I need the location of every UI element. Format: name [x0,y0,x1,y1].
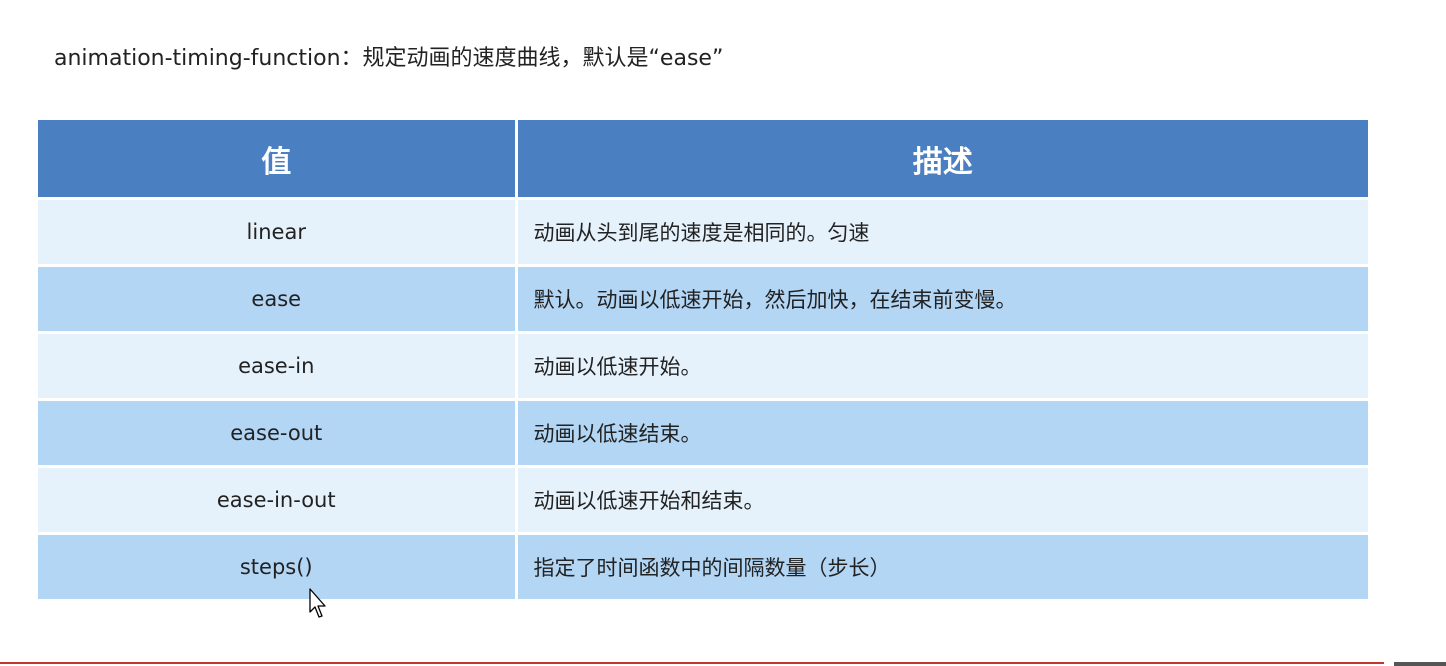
cell-value: ease [38,265,518,334]
bottom-right-divider [1394,662,1446,666]
column-header-description: 描述 [516,120,1368,200]
cell-description: 动画以低速开始。 [516,332,1368,401]
cell-description: 动画以低速开始和结束。 [516,466,1368,535]
table-row: ease-out 动画以低速结束。 [38,399,1368,468]
cell-value: ease-in-out [38,466,518,535]
cell-value: linear [38,198,518,267]
cell-description: 动画以低速结束。 [516,399,1368,468]
cell-description: 动画从头到尾的速度是相同的。匀速 [516,198,1368,267]
table-row: linear 动画从头到尾的速度是相同的。匀速 [38,198,1368,267]
timing-function-table: 值 描述 linear 动画从头到尾的速度是相同的。匀速 ease 默认。动画以… [38,120,1368,602]
cell-value: ease-in [38,332,518,401]
bottom-divider [0,662,1384,664]
mouse-cursor-icon [309,588,326,618]
table-row: ease 默认。动画以低速开始，然后加快，在结束前变慢。 [38,265,1368,334]
table-row: steps() 指定了时间函数中的间隔数量（步长） [38,533,1368,602]
table-header-row: 值 描述 [38,120,1368,200]
page-heading: animation-timing-function：规定动画的速度曲线，默认是“… [54,46,724,71]
table-row: ease-in 动画以低速开始。 [38,332,1368,401]
column-header-value: 值 [38,120,518,200]
cell-value: ease-out [38,399,518,468]
cell-description: 指定了时间函数中的间隔数量（步长） [516,533,1368,602]
table-row: ease-in-out 动画以低速开始和结束。 [38,466,1368,535]
cell-description: 默认。动画以低速开始，然后加快，在结束前变慢。 [516,265,1368,334]
cell-value: steps() [38,533,518,602]
